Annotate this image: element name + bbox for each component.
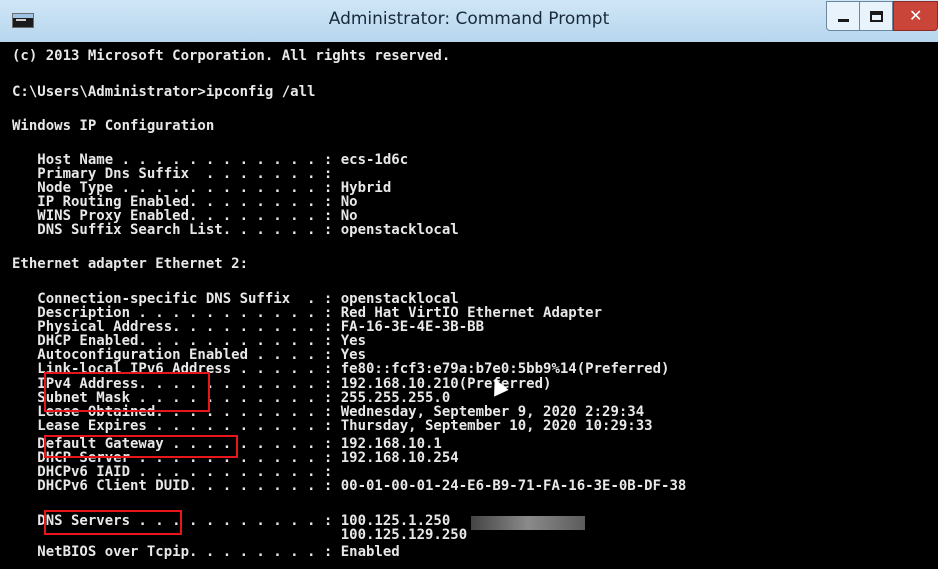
- console-line: C:\Users\Administrator>ipconfig /all: [12, 84, 316, 100]
- console-line: DHCPv6 Client DUID. . . . . . . . : 00-0…: [12, 478, 687, 494]
- maximize-icon: [870, 11, 883, 22]
- window-title: Administrator: Command Prompt: [328, 9, 610, 29]
- console-line: Ethernet adapter Ethernet 2:: [12, 256, 249, 272]
- console-line: Windows IP Configuration: [12, 118, 215, 134]
- redacted-value: [471, 516, 585, 530]
- maximize-button[interactable]: [859, 1, 893, 31]
- highlight-ipv4-subnet: [44, 372, 210, 412]
- highlight-dns-servers: [44, 510, 182, 535]
- close-icon: ✕: [909, 6, 923, 25]
- highlight-default-gateway: [44, 435, 238, 458]
- console-line: DNS Suffix Search List. . . . . . : open…: [12, 222, 459, 238]
- close-button[interactable]: ✕: [893, 1, 938, 31]
- console-line: NetBIOS over Tcpip. . . . . . . . : Enab…: [12, 544, 400, 560]
- console-line: (c) 2013 Microsoft Corporation. All righ…: [12, 48, 451, 64]
- title-bar[interactable]: Administrator: Command Prompt ✕: [0, 0, 938, 43]
- console-line: Lease Expires . . . . . . . . . . : Thur…: [12, 418, 653, 434]
- minimize-icon: [838, 19, 849, 22]
- console-output[interactable]: (c) 2013 Microsoft Corporation. All righ…: [0, 42, 938, 569]
- minimize-button[interactable]: [826, 1, 860, 31]
